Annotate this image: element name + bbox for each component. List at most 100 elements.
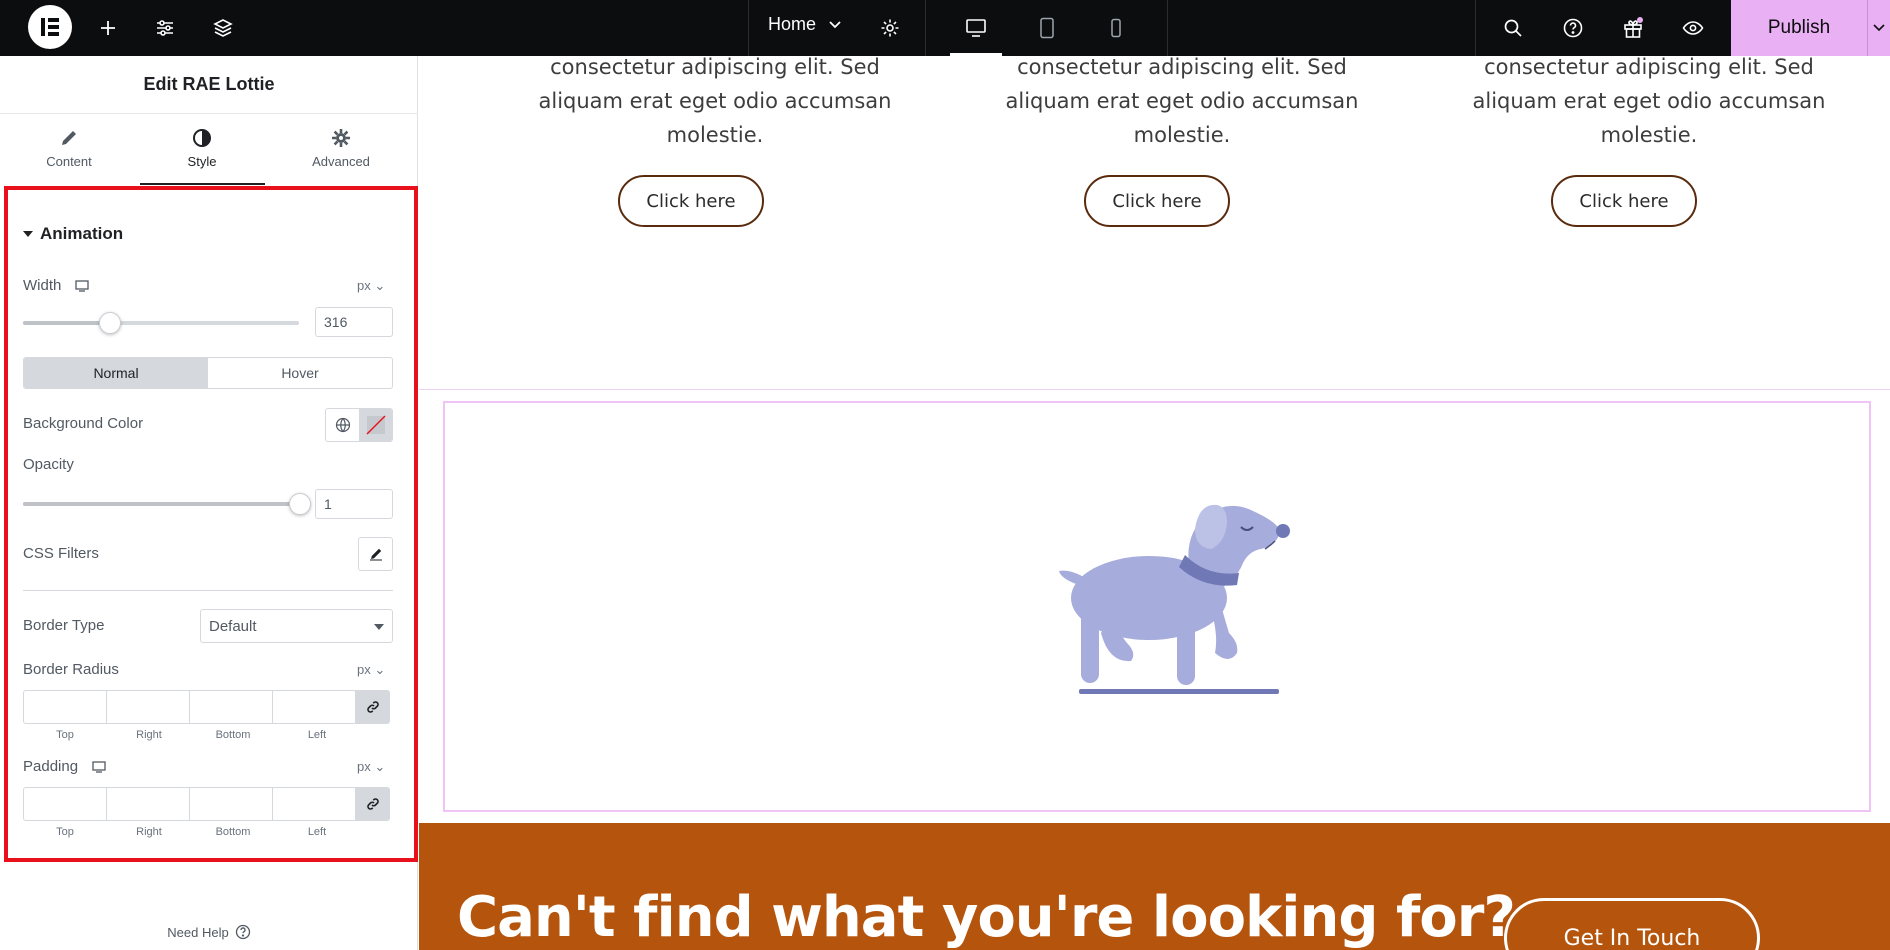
width-slider-handle[interactable] [99, 312, 121, 334]
width-unit-select[interactable]: px ⌄ [357, 278, 385, 294]
border-type-value: Default [209, 618, 257, 635]
search-icon[interactable] [1495, 10, 1531, 46]
link-values-icon[interactable] [355, 690, 390, 724]
gear-icon[interactable] [872, 10, 908, 46]
card-text: consectetur adipiscing elit. Sed aliquam… [1472, 56, 1826, 147]
gift-icon[interactable] [1615, 10, 1651, 46]
width-slider[interactable] [23, 312, 299, 334]
top-bar: Home Publish [0, 0, 1890, 56]
border-radius-unit: px [357, 662, 371, 677]
padding-unit: px [357, 759, 371, 774]
cta-title: Can't find what you're looking for? [457, 885, 1516, 950]
border-type-label: Border Type [23, 617, 105, 634]
publish-button[interactable]: Publish [1731, 0, 1867, 56]
background-color-label: Background Color [23, 415, 144, 432]
preview-eye-icon[interactable] [1675, 10, 1711, 46]
border-radius-inputs [23, 690, 393, 724]
divider [23, 590, 393, 591]
state-normal-tab[interactable]: Normal [24, 358, 208, 388]
opacity-input[interactable] [315, 489, 393, 519]
css-filters-edit-button[interactable] [358, 537, 393, 571]
pencil-icon [62, 131, 76, 145]
elementor-logo-icon[interactable] [28, 5, 72, 49]
editor-panel: Edit RAE Lottie Content Style Advanced A… [0, 56, 418, 950]
tab-style[interactable]: Style [152, 128, 252, 169]
state-switcher: Normal Hover [23, 357, 393, 389]
gear-icon [332, 129, 350, 147]
need-help-link[interactable]: Need Help [0, 924, 418, 940]
color-picker-swatch[interactable] [359, 409, 392, 441]
tab-label: Advanced [312, 154, 370, 169]
separator [925, 0, 926, 56]
border-radius-bottom-input[interactable] [189, 690, 273, 724]
settings-sliders-icon[interactable] [147, 10, 183, 46]
caret-down-icon [23, 231, 33, 237]
opacity-slider-fill [23, 502, 299, 506]
half-circle-icon [193, 129, 211, 147]
padding-unit-select[interactable]: px ⌄ [357, 759, 385, 775]
border-radius-unit-select[interactable]: px ⌄ [357, 662, 385, 678]
dim-label-left: Left [307, 729, 327, 741]
desktop-icon[interactable] [92, 760, 106, 773]
border-radius-top-input[interactable] [23, 690, 107, 724]
tablet-icon[interactable] [1029, 10, 1065, 46]
border-radius-left-input[interactable] [272, 690, 356, 724]
padding-bottom-input[interactable] [189, 787, 273, 821]
css-filters-label: CSS Filters [23, 545, 99, 562]
padding-label: Padding [23, 758, 79, 775]
section-animation-toggle[interactable]: Animation [22, 224, 123, 244]
desktop-icon[interactable] [958, 10, 994, 46]
separator [1475, 0, 1476, 56]
page-selector[interactable]: Home [768, 14, 842, 35]
width-unit: px [357, 278, 371, 293]
opacity-slider-handle[interactable] [289, 493, 311, 515]
padding-left-input[interactable] [272, 787, 356, 821]
padding-inputs [23, 787, 393, 821]
dim-label-right: Right [136, 826, 162, 838]
section-divider [419, 389, 1890, 390]
tab-label: Style [187, 154, 217, 169]
width-input[interactable] [315, 307, 393, 337]
width-label: Width [23, 277, 62, 294]
get-in-touch-button[interactable]: Get In Touch [1504, 898, 1760, 950]
padding-right-input[interactable] [106, 787, 190, 821]
click-here-button[interactable]: Click here [1551, 175, 1697, 227]
click-here-button[interactable]: Click here [1084, 175, 1230, 227]
link-values-icon[interactable] [355, 787, 390, 821]
separator [748, 0, 749, 56]
active-tab-indicator [140, 183, 265, 185]
preview-canvas: consectetur adipiscing elit. Sed aliquam… [419, 56, 1890, 950]
layers-icon[interactable] [205, 10, 241, 46]
card-text: consectetur adipiscing elit. Sed aliquam… [1005, 56, 1359, 147]
state-hover-tab[interactable]: Hover [208, 358, 392, 388]
chevron-down-icon [829, 20, 841, 28]
mobile-icon[interactable] [1098, 10, 1134, 46]
dim-label-top: Top [56, 729, 74, 741]
border-radius-label: Border Radius [23, 661, 119, 678]
add-icon[interactable] [90, 10, 126, 46]
padding-top-input[interactable] [23, 787, 107, 821]
opacity-slider[interactable] [23, 493, 311, 515]
caret-down-icon [374, 624, 384, 630]
global-colors-icon[interactable] [326, 409, 359, 441]
dog-walking-illustration [1059, 504, 1290, 694]
separator [1167, 0, 1168, 56]
tab-content[interactable]: Content [19, 128, 119, 169]
tab-advanced[interactable]: Advanced [291, 128, 391, 169]
dim-label-top: Top [56, 826, 74, 838]
pencil-icon [369, 548, 382, 561]
publish-options-chevron-icon[interactable] [1867, 0, 1890, 56]
dim-label-bottom: Bottom [215, 826, 251, 838]
help-icon[interactable] [1555, 10, 1591, 46]
desktop-icon[interactable] [75, 279, 89, 292]
border-radius-right-input[interactable] [106, 690, 190, 724]
dim-label-bottom: Bottom [215, 729, 251, 741]
padding-dim-labels: Top Right Bottom Left [23, 826, 359, 838]
click-here-button[interactable]: Click here [618, 175, 764, 227]
width-slider-fill [23, 321, 110, 325]
help-icon [235, 924, 250, 940]
width-label-row: Width [23, 277, 89, 294]
border-type-select[interactable]: Default [200, 609, 393, 643]
lottie-widget[interactable] [443, 401, 1871, 812]
background-color-control [325, 408, 393, 442]
